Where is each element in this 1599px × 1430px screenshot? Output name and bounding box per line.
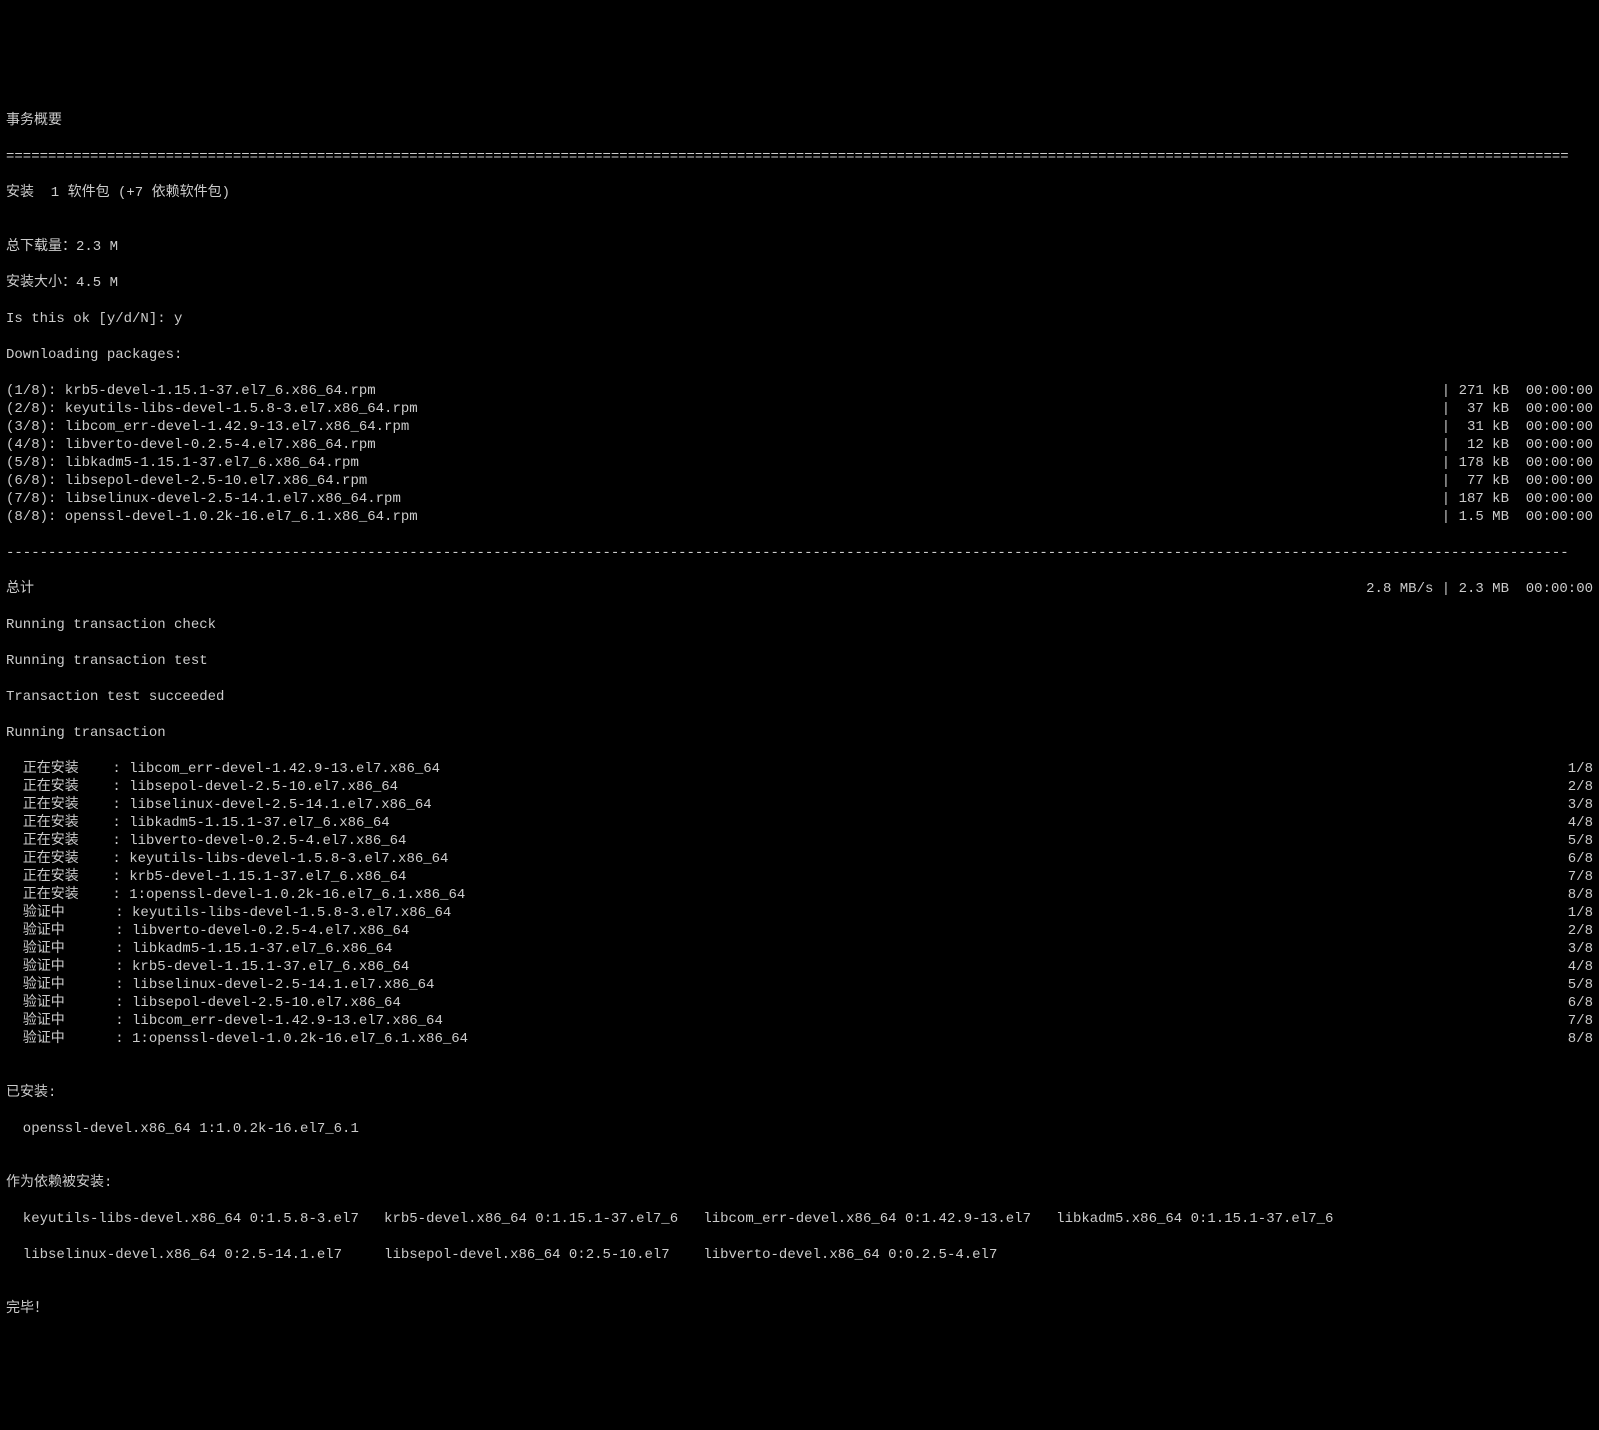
step-label: 验证中 : krb5-devel-1.15.1-37.el7_6.x86_64 bbox=[6, 958, 409, 976]
installed-header: 已安装: bbox=[6, 1084, 1593, 1102]
download-file: (5/8): libkadm5-1.15.1-37.el7_6.x86_64.r… bbox=[6, 454, 359, 472]
transaction-step: 验证中 : libverto-devel-0.2.5-4.el7.x86_64 2… bbox=[6, 922, 1593, 940]
download-row: (5/8): libkadm5-1.15.1-37.el7_6.x86_64.r… bbox=[6, 454, 1593, 472]
downloading-label: Downloading packages: bbox=[6, 346, 1593, 364]
step-label: 正在安装 : keyutils-libs-devel-1.5.8-3.el7.x… bbox=[6, 850, 448, 868]
transaction-step: 正在安装 : libkadm5-1.15.1-37.el7_6.x86_64 4/… bbox=[6, 814, 1593, 832]
download-stats: | 12 kB 00:00:00 bbox=[1442, 436, 1593, 454]
download-stats: | 77 kB 00:00:00 bbox=[1442, 472, 1593, 490]
step-label: 验证中 : libcom_err-devel-1.42.9-13.el7.x86… bbox=[6, 1012, 443, 1030]
separator-double: ========================================… bbox=[6, 148, 1593, 166]
step-progress: 5/8 bbox=[1568, 976, 1593, 994]
download-file: (7/8): libselinux-devel-2.5-14.1.el7.x86… bbox=[6, 490, 401, 508]
step-label: 验证中 : libsepol-devel-2.5-10.el7.x86_64 bbox=[6, 994, 401, 1012]
download-stats: | 271 kB 00:00:00 bbox=[1442, 382, 1593, 400]
transaction-step: 正在安装 : keyutils-libs-devel-1.5.8-3.el7.x… bbox=[6, 850, 1593, 868]
step-label: 验证中 : keyutils-libs-devel-1.5.8-3.el7.x8… bbox=[6, 904, 451, 922]
download-stats: | 31 kB 00:00:00 bbox=[1442, 418, 1593, 436]
deps-line: keyutils-libs-devel.x86_64 0:1.5.8-3.el7… bbox=[6, 1210, 1593, 1228]
download-stats: | 178 kB 00:00:00 bbox=[1442, 454, 1593, 472]
step-label: 正在安装 : libverto-devel-0.2.5-4.el7.x86_64 bbox=[6, 832, 406, 850]
download-file: (1/8): krb5-devel-1.15.1-37.el7_6.x86_64… bbox=[6, 382, 376, 400]
transaction-step: 验证中 : libselinux-devel-2.5-14.1.el7.x86_… bbox=[6, 976, 1593, 994]
transaction-step: 正在安装 : krb5-devel-1.15.1-37.el7_6.x86_64… bbox=[6, 868, 1593, 886]
step-progress: 8/8 bbox=[1568, 886, 1593, 904]
step-progress: 2/8 bbox=[1568, 778, 1593, 796]
step-progress: 4/8 bbox=[1568, 814, 1593, 832]
confirm-prompt[interactable]: Is this ok [y/d/N]: y bbox=[6, 310, 1593, 328]
deps-header: 作为依赖被安装: bbox=[6, 1174, 1593, 1192]
step-label: 正在安装 : 1:openssl-devel-1.0.2k-16.el7_6.1… bbox=[6, 886, 465, 904]
step-label: 验证中 : libselinux-devel-2.5-14.1.el7.x86_… bbox=[6, 976, 434, 994]
step-progress: 1/8 bbox=[1568, 760, 1593, 778]
transaction-step: 正在安装 : 1:openssl-devel-1.0.2k-16.el7_6.1… bbox=[6, 886, 1593, 904]
trans-check: Running transaction check bbox=[6, 616, 1593, 634]
transaction-step: 验证中 : keyutils-libs-devel-1.5.8-3.el7.x8… bbox=[6, 904, 1593, 922]
step-label: 正在安装 : krb5-devel-1.15.1-37.el7_6.x86_64 bbox=[6, 868, 406, 886]
installed-package: openssl-devel.x86_64 1:1.0.2k-16.el7_6.1 bbox=[6, 1120, 1593, 1138]
download-row: (4/8): libverto-devel-0.2.5-4.el7.x86_64… bbox=[6, 436, 1593, 454]
download-row: (3/8): libcom_err-devel-1.42.9-13.el7.x8… bbox=[6, 418, 1593, 436]
download-file: (8/8): openssl-devel-1.0.2k-16.el7_6.1.x… bbox=[6, 508, 418, 526]
done-label: 完毕！ bbox=[6, 1300, 1593, 1318]
trans-run: Running transaction bbox=[6, 724, 1593, 742]
terminal-output: 事务概要 ===================================… bbox=[0, 90, 1599, 1340]
download-stats: | 37 kB 00:00:00 bbox=[1442, 400, 1593, 418]
step-progress: 3/8 bbox=[1568, 940, 1593, 958]
step-progress: 6/8 bbox=[1568, 994, 1593, 1012]
transaction-step: 正在安装 : libsepol-devel-2.5-10.el7.x86_64 2… bbox=[6, 778, 1593, 796]
download-stats: | 187 kB 00:00:00 bbox=[1442, 490, 1593, 508]
transaction-step: 验证中 : libcom_err-devel-1.42.9-13.el7.x86… bbox=[6, 1012, 1593, 1030]
total-label: 总计 bbox=[6, 580, 34, 598]
transaction-step: 正在安装 : libselinux-devel-2.5-14.1.el7.x86… bbox=[6, 796, 1593, 814]
transaction-step: 验证中 : krb5-devel-1.15.1-37.el7_6.x86_64 4… bbox=[6, 958, 1593, 976]
download-row: (6/8): libsepol-devel-2.5-10.el7.x86_64.… bbox=[6, 472, 1593, 490]
step-progress: 7/8 bbox=[1568, 868, 1593, 886]
step-label: 验证中 : libverto-devel-0.2.5-4.el7.x86_64 bbox=[6, 922, 409, 940]
section-title: 事务概要 bbox=[6, 112, 1593, 130]
deps-line: libselinux-devel.x86_64 0:2.5-14.1.el7 l… bbox=[6, 1246, 1593, 1264]
total-download: 总下载量：2.3 M bbox=[6, 238, 1593, 256]
download-file: (3/8): libcom_err-devel-1.42.9-13.el7.x8… bbox=[6, 418, 409, 436]
step-label: 正在安装 : libsepol-devel-2.5-10.el7.x86_64 bbox=[6, 778, 398, 796]
download-file: (2/8): keyutils-libs-devel-1.5.8-3.el7.x… bbox=[6, 400, 418, 418]
transaction-step: 正在安装 : libcom_err-devel-1.42.9-13.el7.x8… bbox=[6, 760, 1593, 778]
step-progress: 5/8 bbox=[1568, 832, 1593, 850]
transaction-step: 正在安装 : libverto-devel-0.2.5-4.el7.x86_64… bbox=[6, 832, 1593, 850]
download-row: (8/8): openssl-devel-1.0.2k-16.el7_6.1.x… bbox=[6, 508, 1593, 526]
trans-succ: Transaction test succeeded bbox=[6, 688, 1593, 706]
step-label: 正在安装 : libselinux-devel-2.5-14.1.el7.x86… bbox=[6, 796, 432, 814]
trans-test: Running transaction test bbox=[6, 652, 1593, 670]
step-progress: 4/8 bbox=[1568, 958, 1593, 976]
step-label: 验证中 : libkadm5-1.15.1-37.el7_6.x86_64 bbox=[6, 940, 392, 958]
download-row: (1/8): krb5-devel-1.15.1-37.el7_6.x86_64… bbox=[6, 382, 1593, 400]
download-file: (6/8): libsepol-devel-2.5-10.el7.x86_64.… bbox=[6, 472, 367, 490]
transaction-step: 验证中 : libkadm5-1.15.1-37.el7_6.x86_64 3/8 bbox=[6, 940, 1593, 958]
step-label: 验证中 : 1:openssl-devel-1.0.2k-16.el7_6.1.… bbox=[6, 1030, 468, 1048]
transaction-step: 验证中 : 1:openssl-devel-1.0.2k-16.el7_6.1.… bbox=[6, 1030, 1593, 1048]
step-progress: 8/8 bbox=[1568, 1030, 1593, 1048]
total-row: 总计 2.8 MB/s | 2.3 MB 00:00:00 bbox=[6, 580, 1593, 598]
total-value: 2.8 MB/s | 2.3 MB 00:00:00 bbox=[1366, 580, 1593, 598]
step-progress: 7/8 bbox=[1568, 1012, 1593, 1030]
step-progress: 1/8 bbox=[1568, 904, 1593, 922]
separator-dash: ----------------------------------------… bbox=[6, 544, 1593, 562]
download-file: (4/8): libverto-devel-0.2.5-4.el7.x86_64… bbox=[6, 436, 376, 454]
step-label: 正在安装 : libkadm5-1.15.1-37.el7_6.x86_64 bbox=[6, 814, 390, 832]
install-summary: 安装 1 软件包 (+7 依赖软件包) bbox=[6, 184, 1593, 202]
download-row: (7/8): libselinux-devel-2.5-14.1.el7.x86… bbox=[6, 490, 1593, 508]
step-label: 正在安装 : libcom_err-devel-1.42.9-13.el7.x8… bbox=[6, 760, 440, 778]
download-row: (2/8): keyutils-libs-devel-1.5.8-3.el7.x… bbox=[6, 400, 1593, 418]
install-size: 安装大小：4.5 M bbox=[6, 274, 1593, 292]
transaction-step: 验证中 : libsepol-devel-2.5-10.el7.x86_64 6/… bbox=[6, 994, 1593, 1012]
step-progress: 3/8 bbox=[1568, 796, 1593, 814]
step-progress: 6/8 bbox=[1568, 850, 1593, 868]
step-progress: 2/8 bbox=[1568, 922, 1593, 940]
download-stats: | 1.5 MB 00:00:00 bbox=[1442, 508, 1593, 526]
